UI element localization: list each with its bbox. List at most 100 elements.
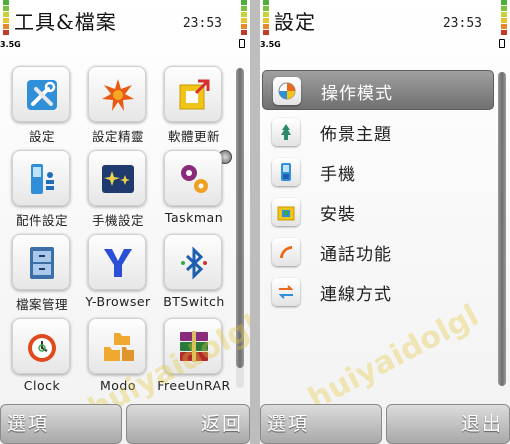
settings-item-profiles[interactable]: 操作模式: [262, 70, 494, 110]
bluetooth-icon: [181, 246, 207, 280]
app-menu-screen: 工具&檔案 23:53 3.5G 設定 設定精靈 軟體更新 配件設定 手機設定 …: [0, 0, 250, 444]
app-item-taskman[interactable]: Taskman: [156, 146, 232, 230]
app-tile: [12, 318, 70, 374]
folder-icon: [104, 333, 134, 361]
app-item-accessory-settings[interactable]: 配件設定: [4, 146, 80, 230]
app-tile: [12, 234, 70, 290]
app-item-modo[interactable]: Modo: [80, 314, 156, 398]
call-icon: [280, 246, 292, 258]
app-tile: [164, 234, 222, 290]
app-label: 軟體更新: [167, 129, 220, 144]
item-icon-frame: [272, 158, 300, 186]
alarm-clock-icon: [28, 334, 56, 362]
settings-item-installation[interactable]: 安裝: [262, 192, 494, 232]
options-softkey[interactable]: 選項: [0, 404, 122, 444]
battery-icon: [501, 0, 507, 36]
file-manager-icon: [30, 247, 54, 279]
phone-setup-icon: [102, 165, 134, 193]
softkey-bar: 選項 返回: [0, 404, 250, 444]
app-tile: [12, 150, 70, 206]
app-tile: [88, 150, 146, 206]
app-tile: [88, 234, 146, 290]
tools-icon: [27, 80, 57, 110]
status-bar: 設定 23:53 3.5G: [260, 0, 510, 54]
app-grid: 設定 設定精靈 軟體更新 配件設定 手機設定 Taskman 檔案管理 Y-Br…: [4, 62, 234, 400]
clock-text: 23:53: [442, 16, 482, 31]
app-label: 手機設定: [91, 213, 144, 228]
app-item-settings-wizard[interactable]: 設定精靈: [80, 62, 156, 146]
item-icon-frame: [272, 278, 300, 306]
network-type-label: 3.5G: [0, 40, 21, 49]
app-tile: [88, 66, 146, 122]
app-item-phone-setup[interactable]: 手機設定: [80, 146, 156, 230]
app-tile: [164, 150, 222, 206]
item-label: 連線方式: [320, 285, 392, 305]
item-icon-frame: [272, 198, 300, 226]
profiles-icon: [278, 82, 296, 100]
scroll-thumb[interactable]: [236, 68, 244, 368]
battery-icon: [241, 0, 247, 36]
app-tile: [88, 318, 146, 374]
app-label: Modo: [99, 378, 136, 393]
app-label: 設定: [28, 129, 55, 144]
watermark: huiyaidolgl: [302, 298, 485, 417]
item-label: 通話功能: [320, 245, 392, 265]
y-browser-icon: [104, 249, 132, 277]
page-title: 設定: [274, 10, 316, 34]
item-label: 安裝: [320, 205, 356, 225]
phone-icon: [281, 163, 291, 181]
settings-wizard-icon: [102, 79, 134, 111]
app-tile: [164, 66, 222, 122]
settings-item-call[interactable]: 通話功能: [262, 232, 494, 272]
item-label: 佈景主題: [320, 125, 392, 145]
settings-item-phone[interactable]: 手機: [262, 152, 494, 192]
app-label: BTSwitch: [163, 294, 225, 309]
page-title: 工具&檔案: [14, 10, 117, 34]
software-update-icon: [179, 79, 210, 110]
signal-strength-icon: [263, 0, 269, 36]
app-tile: [164, 318, 222, 374]
installation-icon: [277, 206, 295, 221]
settings-item-themes[interactable]: 佈景主題: [262, 112, 494, 152]
app-label: Taskman: [164, 210, 224, 225]
app-item-y-browser[interactable]: Y-Browser: [80, 230, 156, 314]
status-bar: 工具&檔案 23:53 3.5G: [0, 0, 250, 54]
signal-strength-icon: [3, 0, 9, 36]
item-icon-frame: [272, 118, 300, 146]
connectivity-icon: [278, 285, 294, 299]
network-type-label: 3.5G: [260, 40, 281, 49]
accessory-settings-icon: [31, 164, 54, 194]
back-softkey[interactable]: 返回: [126, 404, 250, 444]
exit-softkey[interactable]: 退出: [386, 404, 510, 444]
themes-icon: [281, 124, 291, 140]
app-label: 設定精靈: [91, 129, 144, 144]
keypad-lock-icon: [239, 39, 245, 48]
app-item-freeunrar[interactable]: FreeUnRAR: [156, 314, 232, 398]
app-item-file-manager[interactable]: 檔案管理: [4, 230, 80, 314]
settings-screen: 設定 23:53 3.5G 操作模式 佈景主題 手機 安裝 通話功能 連線方式 …: [260, 0, 510, 444]
app-label: FreeUnRAR: [157, 378, 231, 393]
app-tile: [12, 66, 70, 122]
clock-text: 23:53: [182, 16, 222, 31]
winrar-icon: [180, 331, 208, 362]
item-icon-frame: [273, 77, 301, 105]
app-label: 配件設定: [15, 213, 68, 228]
item-label: 手機: [320, 165, 356, 185]
app-item-settings[interactable]: 設定: [4, 62, 80, 146]
scroll-thumb[interactable]: [498, 72, 506, 386]
app-item-software-update[interactable]: 軟體更新: [156, 62, 232, 146]
scrollbar[interactable]: [498, 72, 506, 386]
item-label: 操作模式: [321, 84, 393, 104]
item-icon-frame: [272, 238, 300, 266]
divider: [250, 0, 260, 444]
app-label: Y-Browser: [85, 294, 151, 309]
app-label: 檔案管理: [15, 297, 68, 312]
scrollbar[interactable]: [236, 68, 244, 388]
options-softkey[interactable]: 選項: [260, 404, 382, 444]
app-label: Clock: [23, 378, 61, 393]
app-item-btswitch[interactable]: BTSwitch: [156, 230, 232, 314]
taskman-icon: [181, 165, 208, 193]
settings-item-connectivity[interactable]: 連線方式: [262, 272, 494, 312]
softkey-bar: 選項 退出: [260, 404, 510, 444]
app-item-clock[interactable]: Clock: [4, 314, 80, 398]
